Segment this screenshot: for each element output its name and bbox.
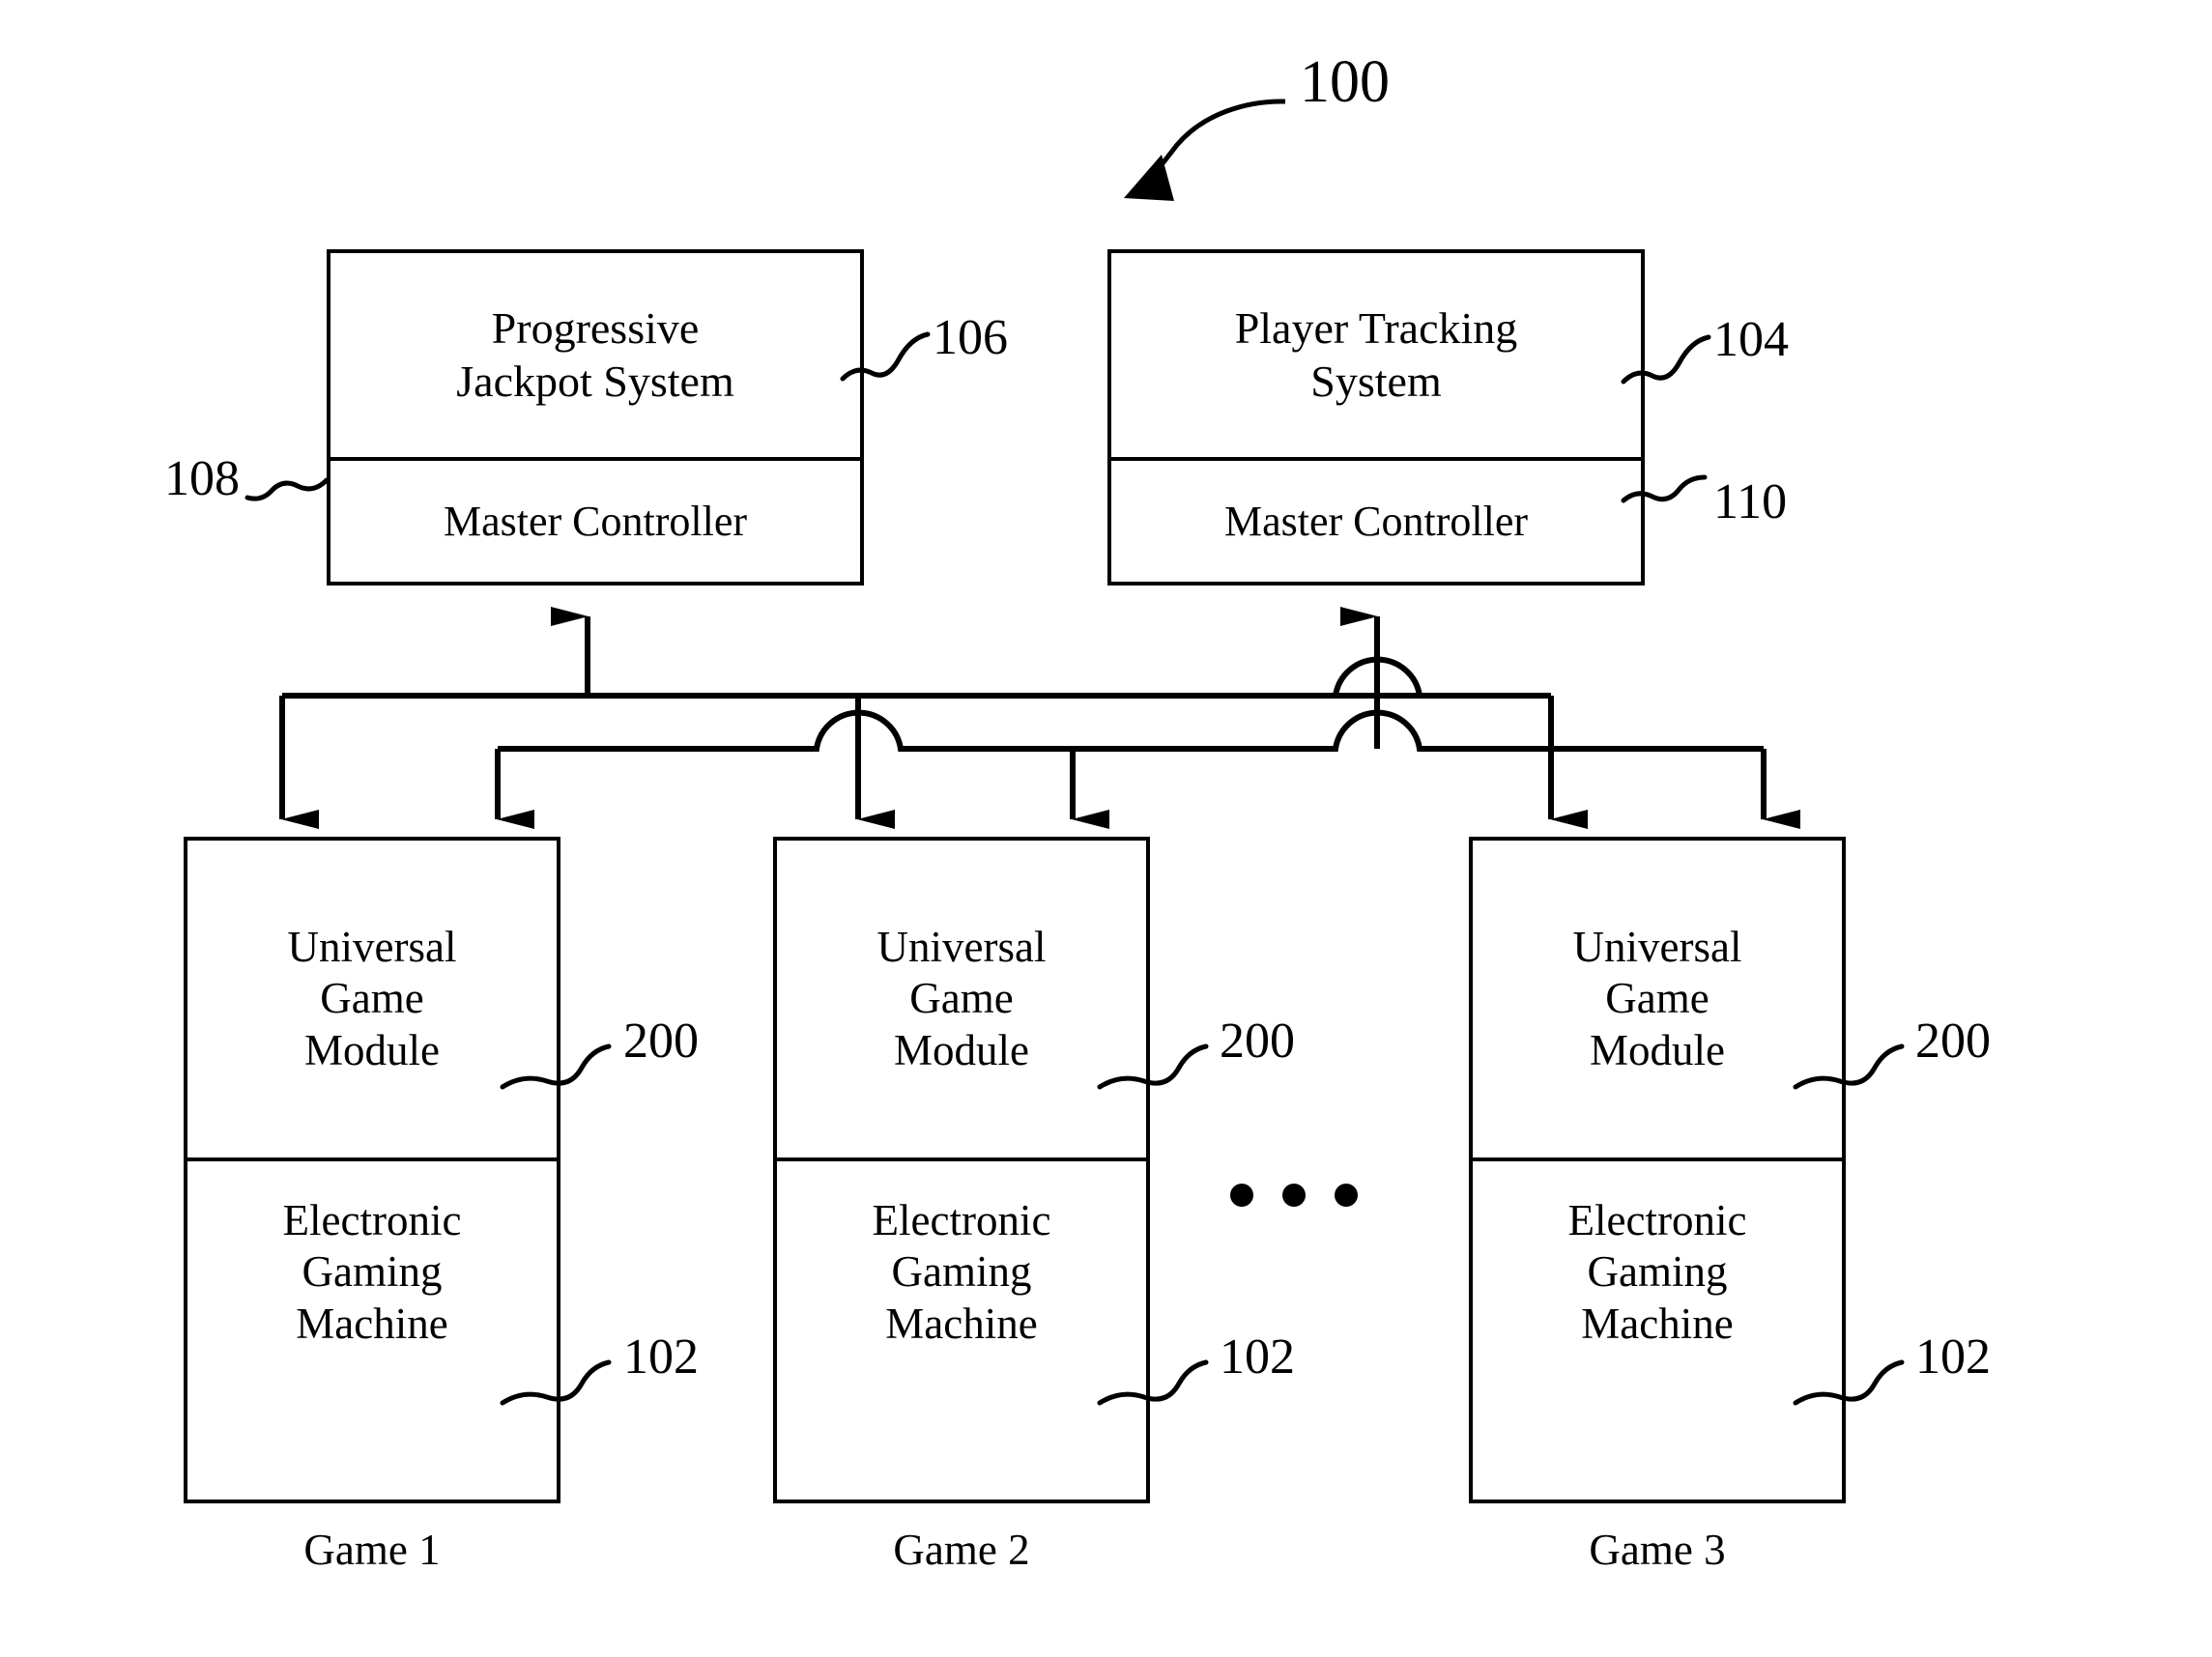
- bus-line-lower: [498, 709, 1764, 752]
- game-3-electronic-gaming-machine: Electronic Gaming Machine: [1473, 1161, 1842, 1384]
- game-1-module-line2: Game: [320, 974, 424, 1023]
- continuation-ellipsis: [1230, 1184, 1358, 1207]
- game-3-machine-line2: Gaming: [1587, 1247, 1728, 1297]
- reference-numeral-106: 106: [933, 310, 1008, 365]
- reference-numeral-200-game-3: 200: [1915, 1014, 1991, 1069]
- game-2-module-line3: Module: [894, 1025, 1029, 1074]
- game-1-machine-line1: Electronic: [282, 1196, 462, 1245]
- reference-numeral-104: 104: [1713, 312, 1789, 367]
- ellipsis-dot-3: [1335, 1184, 1358, 1207]
- game-1-universal-game-module: Universal Game Module: [187, 844, 557, 1154]
- player-tracking-title-line2: System: [1310, 356, 1442, 406]
- game-3-machine-line3: Machine: [1581, 1299, 1734, 1348]
- ellipsis-dot-1: [1230, 1184, 1253, 1207]
- player-tracking-master-controller: Master Controller: [1223, 497, 1529, 545]
- progressive-jackpot-title-line1: Progressive: [491, 303, 700, 354]
- figure-100-leader: [1124, 99, 1286, 201]
- player-tracking-title-line1: Player Tracking: [1234, 303, 1518, 354]
- game-3-caption: Game 3: [1589, 1526, 1726, 1574]
- game-2-electronic-gaming-machine: Electronic Gaming Machine: [777, 1161, 1146, 1384]
- game-1-electronic-gaming-machine: Electronic Gaming Machine: [187, 1161, 557, 1384]
- game-3-machine-line1: Electronic: [1567, 1196, 1747, 1245]
- reference-numeral-102-game-3: 102: [1915, 1329, 1991, 1385]
- game-3-module-line3: Module: [1590, 1025, 1725, 1074]
- ellipsis-dot-2: [1282, 1184, 1306, 1207]
- progressive-jackpot-system-title: Progressive Jackpot System: [330, 257, 860, 453]
- game-2-machine-line2: Gaming: [891, 1247, 1032, 1297]
- game-1-module-line3: Module: [304, 1025, 440, 1074]
- reference-numeral-102-game-1: 102: [623, 1329, 699, 1385]
- game-3-module-line1: Universal: [1572, 923, 1742, 972]
- patent-figure-canvas: 100 Progressive Jackpot System Master Co…: [0, 0, 2212, 1657]
- game-1-caption: Game 1: [303, 1526, 441, 1574]
- reference-numeral-102-game-2: 102: [1220, 1329, 1295, 1385]
- progressive-jackpot-master-controller: Master Controller: [443, 497, 748, 545]
- game-3-universal-game-module: Universal Game Module: [1473, 844, 1842, 1154]
- progressive-jackpot-title-line2: Jackpot System: [456, 356, 734, 406]
- player-tracking-system-title: Player Tracking System: [1111, 257, 1641, 453]
- figure-number-100: 100: [1300, 49, 1390, 115]
- reference-numeral-110: 110: [1713, 474, 1788, 529]
- reference-numeral-108: 108: [164, 451, 240, 506]
- game-3-module-line2: Game: [1605, 974, 1709, 1023]
- game-1-module-line1: Universal: [287, 923, 457, 972]
- game-1-machine-line3: Machine: [296, 1299, 448, 1348]
- game-2-caption: Game 2: [893, 1526, 1030, 1574]
- game-2-module-line2: Game: [909, 974, 1014, 1023]
- game-2-module-line1: Universal: [876, 923, 1047, 972]
- reference-numeral-200-game-2: 200: [1220, 1014, 1295, 1069]
- game-1-machine-line2: Gaming: [302, 1247, 443, 1297]
- game-2-machine-line3: Machine: [885, 1299, 1038, 1348]
- game-2-universal-game-module: Universal Game Module: [777, 844, 1146, 1154]
- reference-numeral-200-game-1: 200: [623, 1014, 699, 1069]
- game-2-machine-line1: Electronic: [872, 1196, 1051, 1245]
